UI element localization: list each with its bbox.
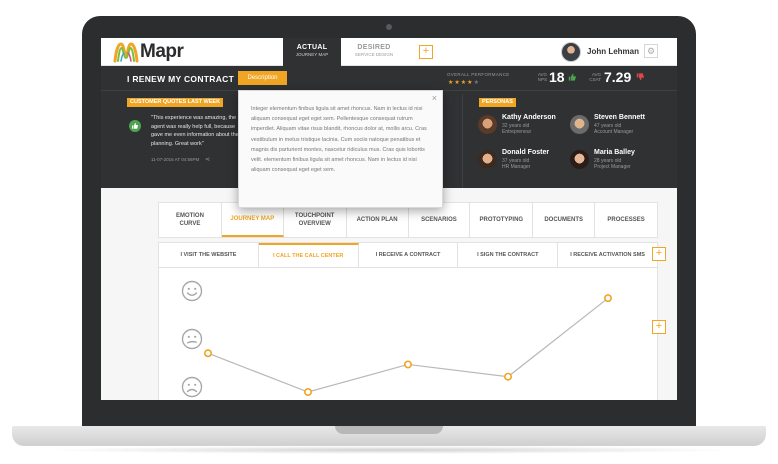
tab-desired-title: DESIRED bbox=[357, 44, 391, 51]
quote-date: 11-07-2016 AT 04:56PM bbox=[151, 157, 200, 162]
persona-avatar bbox=[478, 115, 497, 134]
emotion-curve-line bbox=[207, 297, 609, 393]
thumbs-up-icon bbox=[568, 73, 576, 81]
persona-role: Entrepreneur bbox=[502, 129, 532, 135]
add-map-button[interactable]: + bbox=[419, 45, 433, 59]
description-text: Integer elementum finibus ligula sit ame… bbox=[251, 106, 427, 174]
tab-label: TOUCHPOINT OVERVIEW bbox=[294, 213, 335, 227]
performance-star-rating: ★★★★★ bbox=[448, 79, 480, 86]
tab-actual-journey-map[interactable]: ACTUAL JOURNEY MAP bbox=[283, 38, 341, 66]
step-label: I CALL THE CALL CENTER bbox=[273, 253, 344, 259]
tab-processes[interactable]: PROCESSES bbox=[595, 203, 658, 237]
add-step-button[interactable]: + bbox=[652, 247, 666, 261]
quote-thumbs-up-icon bbox=[129, 120, 141, 132]
tab-prototyping[interactable]: PROTOTYPING bbox=[470, 203, 534, 237]
persona-name: Donald Foster bbox=[502, 149, 550, 156]
persona-avatar bbox=[570, 150, 589, 169]
step-label: I RECEIVE A CONTRACT bbox=[375, 252, 441, 258]
journey-steps: I VISIT THE WEBSITE I CALL THE CALL CENTE… bbox=[158, 242, 658, 268]
description-button[interactable]: Description bbox=[238, 71, 287, 85]
persona-card[interactable]: Donald Foster 37 years old HR Manager bbox=[478, 148, 572, 176]
persona-role: HR Manager bbox=[502, 164, 531, 170]
laptop-mockup: Mapr ACTUAL JOURNEY MAP DESIRED SERVICE … bbox=[0, 0, 778, 464]
emotion-point[interactable] bbox=[404, 360, 413, 369]
persona-name: Kathy Anderson bbox=[502, 114, 556, 121]
persona-card[interactable]: Kathy Anderson 32 years old Entrepreneur bbox=[478, 113, 572, 141]
tab-desired-service-design[interactable]: DESIRED SERVICE DESIGN bbox=[341, 38, 407, 66]
app-logo[interactable]: Mapr bbox=[113, 41, 184, 63]
persona-name: Maria Balley bbox=[594, 149, 635, 156]
persona-card[interactable]: Steven Bennett 47 years old Account Mana… bbox=[570, 113, 664, 141]
persona-avatar bbox=[478, 150, 497, 169]
persona-avatar bbox=[570, 115, 589, 134]
persona-card[interactable]: Maria Balley 28 years old Project Manage… bbox=[570, 148, 664, 176]
csat-label: AVG CSAT bbox=[589, 72, 601, 82]
step-i-receive-activation-sms[interactable]: I RECEIVE ACTIVATION SMS bbox=[558, 243, 658, 267]
add-touchpoint-button[interactable]: + bbox=[652, 320, 666, 334]
tab-label: EMOTION CURVE bbox=[175, 213, 204, 227]
tab-actual-subtitle: JOURNEY MAP bbox=[295, 52, 329, 57]
emotion-point[interactable] bbox=[304, 388, 313, 397]
top-header: Mapr ACTUAL JOURNEY MAP DESIRED SERVICE … bbox=[101, 38, 677, 66]
customer-quotes-badge: CUSTOMER QUOTES LAST WEEK bbox=[127, 98, 224, 107]
tab-label: JOURNEY MAP bbox=[230, 216, 275, 222]
tab-label: DOCUMENTS bbox=[544, 217, 584, 223]
step-label: I RECEIVE ACTIVATION SMS bbox=[570, 252, 645, 258]
journey-title: I RENEW MY CONTRACT bbox=[127, 74, 235, 84]
description-popup: × Integer elementum finibus ligula sit a… bbox=[238, 90, 443, 208]
camera-dot bbox=[386, 24, 392, 30]
csat-value: 7.29 bbox=[604, 69, 632, 85]
user-name[interactable]: John Lehman bbox=[587, 47, 639, 56]
emotion-point[interactable] bbox=[603, 294, 612, 303]
step-label: I SIGN THE CONTRACT bbox=[477, 252, 539, 258]
tab-touchpoint-overview[interactable]: TOUCHPOINT OVERVIEW bbox=[284, 203, 347, 237]
step-i-sign-the-contract[interactable]: I SIGN THE CONTRACT bbox=[458, 243, 559, 267]
tab-label: PROTOTYPING bbox=[479, 217, 524, 223]
step-i-visit-the-website[interactable]: I VISIT THE WEBSITE bbox=[159, 243, 259, 267]
step-label: I VISIT THE WEBSITE bbox=[180, 252, 237, 258]
close-icon[interactable]: × bbox=[432, 93, 437, 103]
overall-performance-label: OVERALL PERFORMANCE bbox=[447, 72, 510, 77]
laptop-notch bbox=[335, 426, 443, 434]
persona-role: Project Manager bbox=[594, 164, 631, 170]
customer-quote-text: "This experience was amazing, the agent … bbox=[151, 115, 239, 147]
nps-label: AVG NPS bbox=[537, 72, 547, 82]
journey-map-workspace: EMOTION CURVE JOURNEY MAP TOUCHPOINT OVERV… bbox=[101, 188, 677, 400]
share-icon[interactable]: ⋖ bbox=[205, 156, 210, 163]
thumbs-down-icon bbox=[636, 73, 644, 81]
user-avatar[interactable] bbox=[561, 42, 581, 62]
star-empty-icon: ★ bbox=[473, 80, 480, 86]
nps-value: 18 bbox=[549, 69, 565, 85]
step-i-receive-a-contract[interactable]: I RECEIVE A CONTRACT bbox=[359, 243, 459, 267]
tab-documents[interactable]: DOCUMENTS bbox=[533, 203, 596, 237]
logo-text: Mapr bbox=[140, 41, 184, 62]
tab-action-plan[interactable]: ACTION PLAN bbox=[347, 203, 409, 237]
tab-scenarios[interactable]: SCENARIOS bbox=[409, 203, 471, 237]
tab-actual-title: ACTUAL bbox=[296, 44, 328, 51]
app-screen: Mapr ACTUAL JOURNEY MAP DESIRED SERVICE … bbox=[101, 38, 677, 400]
settings-gear-icon[interactable]: ⚙ bbox=[644, 44, 658, 58]
tab-desired-subtitle: SERVICE DESIGN bbox=[354, 52, 394, 57]
personas-divider bbox=[462, 94, 463, 188]
emotion-point[interactable] bbox=[503, 372, 512, 381]
emotion-curve bbox=[203, 294, 612, 397]
tab-journey-map[interactable]: JOURNEY MAP bbox=[221, 203, 284, 237]
tab-label: PROCESSES bbox=[607, 217, 645, 223]
tab-label: ACTION PLAN bbox=[356, 217, 398, 223]
persona-role: Account Manager bbox=[594, 129, 634, 135]
laptop-shadow bbox=[40, 446, 738, 454]
mapr-logo-icon bbox=[113, 42, 139, 63]
tab-label: SCENARIOS bbox=[421, 217, 457, 223]
personas-badge: PERSONAS bbox=[479, 98, 516, 107]
emotion-point[interactable] bbox=[203, 349, 212, 358]
persona-name: Steven Bennett bbox=[594, 114, 645, 121]
tab-emotion-curve[interactable]: EMOTION CURVE bbox=[159, 203, 222, 237]
step-i-call-the-call-center[interactable]: I CALL THE CALL CENTER bbox=[258, 243, 359, 267]
